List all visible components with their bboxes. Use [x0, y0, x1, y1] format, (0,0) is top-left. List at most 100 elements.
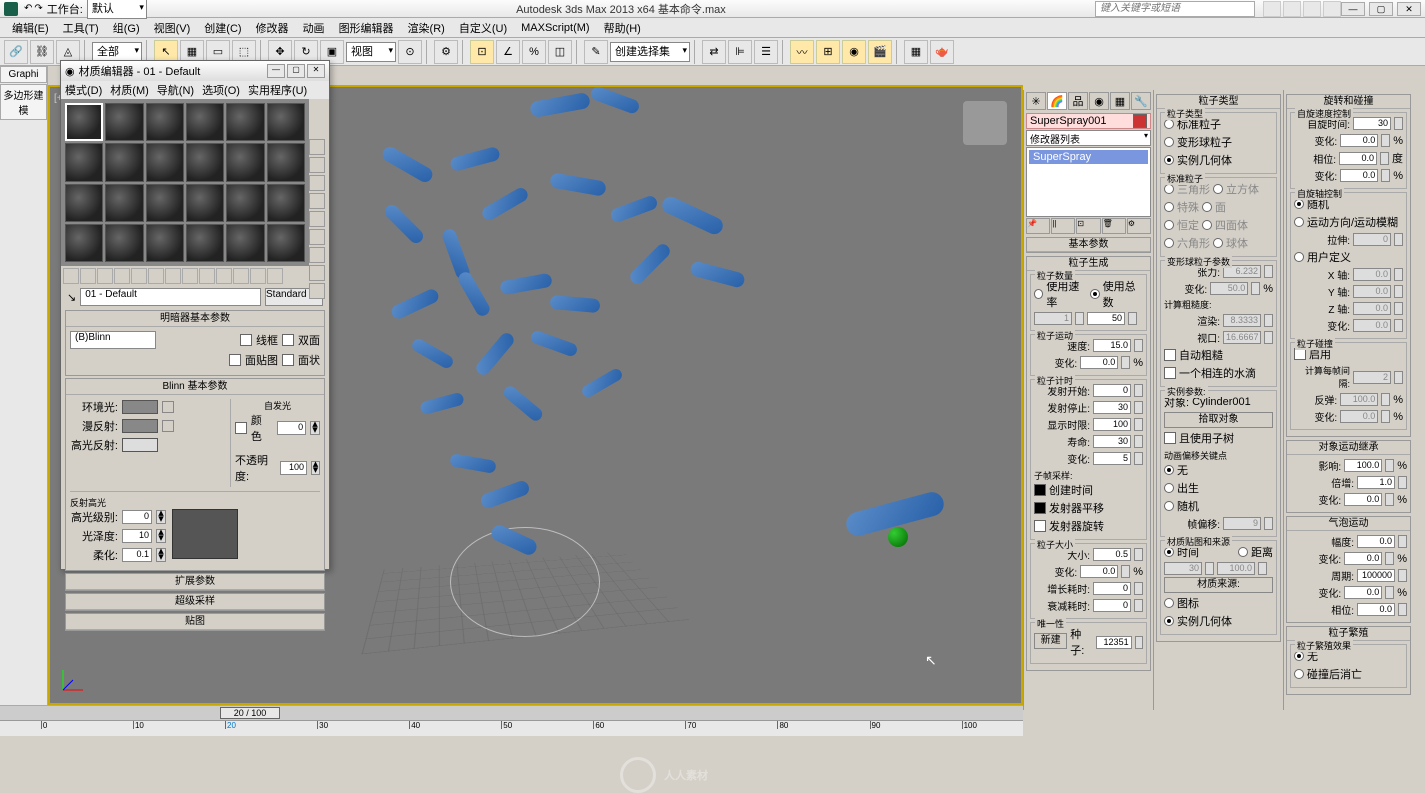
- inherit-var-spinner[interactable]: 0.0: [1344, 493, 1382, 506]
- material-slot[interactable]: [226, 103, 264, 141]
- manipulate-icon[interactable]: ⚙: [434, 40, 458, 64]
- auto-coarse-checkbox[interactable]: [1164, 349, 1176, 361]
- pick-object-button[interactable]: 拾取对象: [1164, 412, 1273, 428]
- speed-spinner[interactable]: 15.0: [1093, 339, 1131, 352]
- mat-put-lib-icon[interactable]: [165, 268, 181, 284]
- mat-get-icon[interactable]: [63, 268, 79, 284]
- life-var-spinner[interactable]: 5: [1093, 452, 1131, 465]
- left-tab-graphite[interactable]: Graphi: [0, 66, 47, 83]
- maps-rollout[interactable]: 贴图: [66, 614, 324, 630]
- menu-customize[interactable]: 自定义(U): [453, 19, 513, 37]
- spinner-buttons[interactable]: [1121, 356, 1130, 369]
- meta-particle-radio[interactable]: [1164, 137, 1174, 147]
- material-slot[interactable]: [267, 184, 305, 222]
- spinner-buttons[interactable]: [1264, 314, 1273, 327]
- modifier-stack[interactable]: SuperSpray: [1026, 147, 1151, 217]
- spinner-buttons[interactable]: [1258, 562, 1267, 575]
- dir-travel-radio[interactable]: [1294, 217, 1304, 227]
- material-slot[interactable]: [105, 143, 143, 181]
- pin-stack-icon[interactable]: 📌: [1026, 218, 1050, 234]
- spinner-buttons[interactable]: [1394, 268, 1403, 281]
- menu-maxscript[interactable]: MAXScript(M): [515, 21, 595, 35]
- mat-options-icon[interactable]: [309, 247, 325, 263]
- edit-selset-icon[interactable]: ✎: [584, 40, 608, 64]
- modifier-item[interactable]: SuperSpray: [1029, 150, 1148, 164]
- spinner-buttons[interactable]: [1134, 339, 1143, 352]
- spawn-die-radio[interactable]: [1294, 669, 1304, 679]
- mat-backlight-icon[interactable]: [309, 157, 325, 173]
- spinner-buttons[interactable]: [1264, 265, 1273, 278]
- menu-create[interactable]: 创建(C): [198, 19, 247, 37]
- ext-rollout[interactable]: 扩展参数: [66, 574, 324, 590]
- mat-pick-icon[interactable]: ↘: [67, 291, 76, 304]
- material-slot[interactable]: [186, 103, 224, 141]
- mat-effects-icon[interactable]: [182, 268, 198, 284]
- menu-tools[interactable]: 工具(T): [57, 19, 105, 37]
- mat-reset-icon[interactable]: [114, 268, 130, 284]
- render-setup-icon[interactable]: 🎬: [868, 40, 892, 64]
- emit-stop-spinner[interactable]: 30: [1093, 401, 1131, 414]
- specular-swatch[interactable]: [122, 438, 158, 452]
- spinner-buttons[interactable]: [1128, 312, 1137, 325]
- spinner-buttons[interactable]: ▴▾: [311, 461, 320, 475]
- render-icon[interactable]: 🫖: [930, 40, 954, 64]
- spinner-buttons[interactable]: [1394, 302, 1403, 315]
- menu-views[interactable]: 视图(V): [148, 19, 197, 37]
- time-slider-thumb[interactable]: 20 / 100: [220, 707, 280, 719]
- spinner-buttons[interactable]: ▴▾: [156, 529, 166, 543]
- mat-map-icon[interactable]: [309, 283, 325, 299]
- mat-preview-icon[interactable]: [309, 229, 325, 245]
- material-slot[interactable]: [146, 143, 184, 181]
- spinner-buttons[interactable]: [1394, 319, 1403, 332]
- material-editor-icon[interactable]: ◉: [842, 40, 866, 64]
- spinner-buttons[interactable]: [1134, 548, 1143, 561]
- std-particle-radio[interactable]: [1164, 119, 1174, 129]
- basic-params-header[interactable]: 基本参数: [1027, 238, 1150, 252]
- remove-mod-icon[interactable]: 🗑: [1102, 218, 1126, 234]
- spawn-none-radio[interactable]: [1294, 651, 1304, 661]
- menu-graph[interactable]: 图形编辑器: [333, 19, 400, 37]
- spinner-buttons[interactable]: [1381, 134, 1390, 147]
- mat-sample-type-icon[interactable]: [309, 139, 325, 155]
- instanced-radio[interactable]: [1164, 155, 1174, 165]
- mat-background-icon[interactable]: [309, 175, 325, 191]
- spinner-buttons[interactable]: [1134, 401, 1143, 414]
- object-color-swatch[interactable]: [1133, 114, 1147, 128]
- spinner-buttons[interactable]: ▴▾: [156, 548, 166, 562]
- help-search[interactable]: [1095, 1, 1255, 17]
- mat-unique-icon[interactable]: [148, 268, 164, 284]
- modifier-list-combo[interactable]: 修改器列表: [1026, 130, 1151, 146]
- inherit-header[interactable]: 对象运动继承: [1287, 441, 1410, 455]
- spinner-buttons[interactable]: [1385, 552, 1394, 565]
- material-slot[interactable]: [146, 224, 184, 262]
- seed-spinner[interactable]: 12351: [1096, 636, 1131, 649]
- offset-none-radio[interactable]: [1164, 465, 1174, 475]
- display-until-spinner[interactable]: 100: [1093, 418, 1131, 431]
- spinner-buttons[interactable]: ▴▾: [310, 421, 320, 435]
- close-button[interactable]: ✕: [1397, 2, 1421, 16]
- blinn-rollout-header[interactable]: Blinn 基本参数: [66, 379, 324, 395]
- mat-put-icon[interactable]: [80, 268, 96, 284]
- material-slot[interactable]: [65, 224, 103, 262]
- spinner-buttons[interactable]: [1398, 535, 1407, 548]
- fade-spinner[interactable]: 0: [1093, 599, 1131, 612]
- ambient-swatch[interactable]: [122, 400, 158, 414]
- spinner-buttons[interactable]: [1264, 331, 1273, 344]
- spinner-buttons[interactable]: [1381, 169, 1390, 182]
- material-slot[interactable]: [65, 103, 103, 141]
- menu-edit[interactable]: 编辑(E): [6, 19, 55, 37]
- create-tab-icon[interactable]: ✳: [1026, 92, 1046, 110]
- influence-spinner[interactable]: 100.0: [1344, 459, 1382, 472]
- utilities-tab-icon[interactable]: 🔧: [1131, 92, 1151, 110]
- super-rollout[interactable]: 超级采样: [66, 594, 324, 610]
- mat-nav-parent-icon[interactable]: [233, 268, 249, 284]
- mat-video-check-icon[interactable]: [309, 211, 325, 227]
- spinner-buttons[interactable]: [1134, 452, 1143, 465]
- spinner-buttons[interactable]: [1394, 117, 1403, 130]
- ref-coord-combo[interactable]: 视图: [346, 42, 396, 62]
- help-icon-3[interactable]: [1303, 1, 1321, 17]
- mult-spinner[interactable]: 1.0: [1357, 476, 1395, 489]
- minimize-button[interactable]: —: [1341, 2, 1365, 16]
- spinner-buttons[interactable]: [1134, 418, 1143, 431]
- schematic-icon[interactable]: ⊞: [816, 40, 840, 64]
